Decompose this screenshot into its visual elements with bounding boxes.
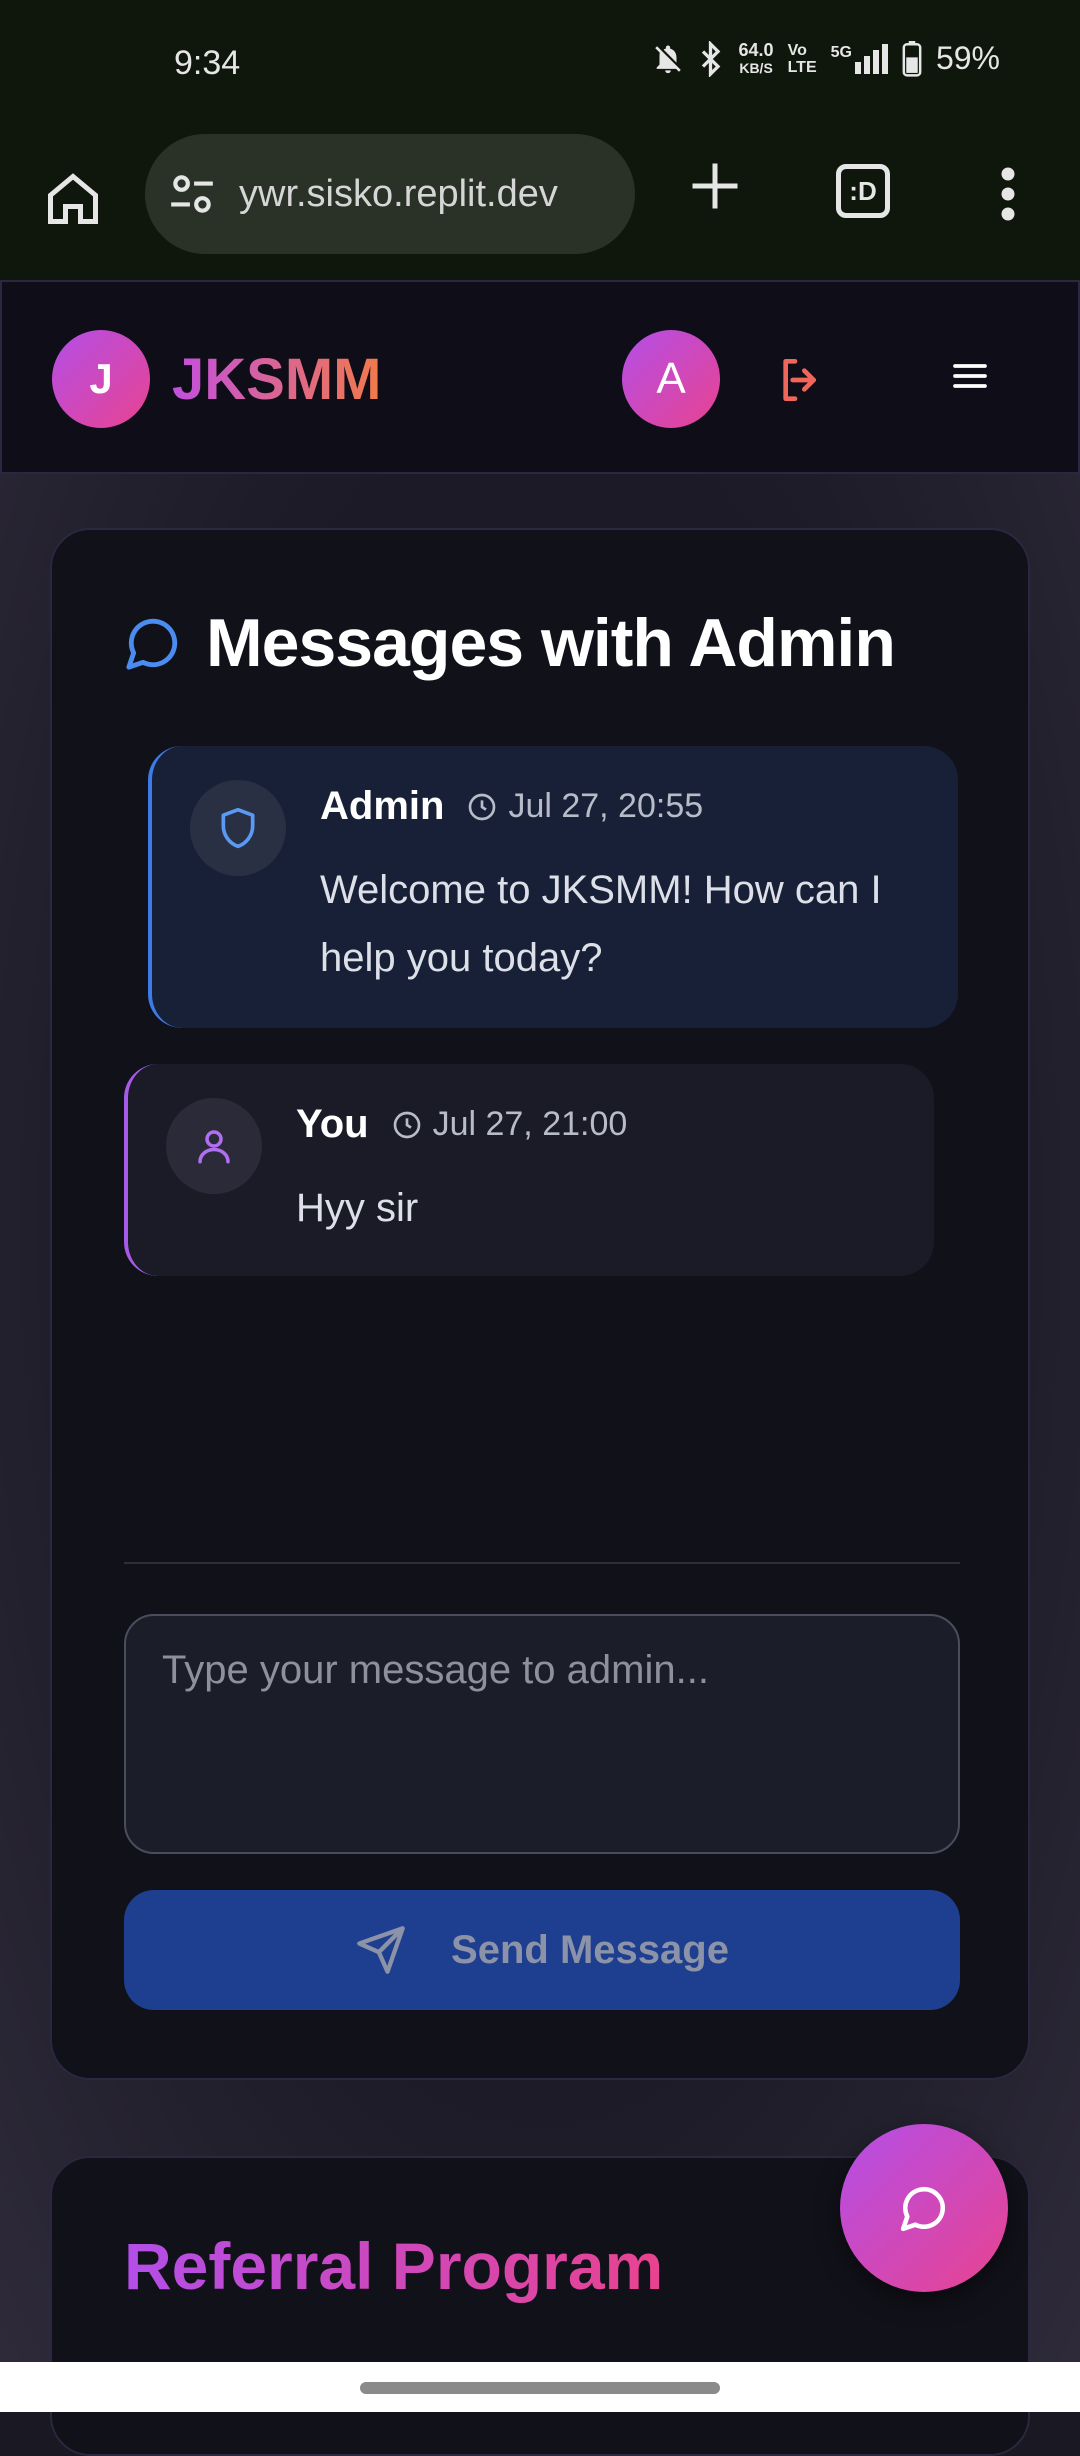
message-header: You Jul 27, 21:00	[296, 1102, 627, 1147]
chat-fab[interactable]	[840, 2124, 1008, 2292]
tabs-icon: :D	[849, 175, 877, 206]
tabs-button[interactable]: :D	[836, 164, 890, 218]
divider	[124, 1562, 960, 1564]
message-time: Jul 27, 20:55	[466, 787, 703, 826]
clock-icon	[393, 1111, 420, 1138]
hamburger-icon	[953, 364, 987, 388]
bell-off-icon	[654, 45, 681, 73]
url-text[interactable]: ywr.sisko.replit.dev	[239, 173, 558, 216]
home-icon	[48, 173, 98, 224]
app-header: J JKSMM A	[0, 280, 1080, 474]
battery-percent: 59%	[935, 40, 1000, 76]
user-icon	[198, 1130, 230, 1164]
logout-button[interactable]	[774, 352, 830, 408]
referral-title: Referral Program	[124, 2229, 664, 2303]
address-bar[interactable]: ywr.sisko.replit.dev	[145, 134, 635, 254]
battery-icon	[902, 40, 922, 77]
new-tab-button[interactable]	[680, 156, 750, 226]
status-icons: 64.0 KB/S Vo LTE 5G 59%	[651, 40, 1000, 77]
logo[interactable]: J	[52, 330, 150, 428]
message-text: Welcome to JKSMM! How can I help you tod…	[320, 868, 882, 980]
plus-icon	[692, 163, 738, 209]
send-icon	[357, 1926, 405, 1974]
admin-avatar	[190, 780, 286, 876]
system-nav-bar	[0, 2362, 1080, 2412]
card-header: Messages with Admin	[124, 604, 896, 682]
shield-icon	[221, 807, 255, 849]
tune-icon[interactable]	[167, 169, 217, 219]
more-vert-icon	[1001, 167, 1015, 221]
status-bar: 9:34 64.0 KB/S Vo LTE 5G 59%	[0, 0, 1080, 134]
page-title: Messages with Admin	[206, 605, 896, 681]
send-message-button[interactable]: Send Message	[124, 1890, 960, 2010]
avatar[interactable]: A	[622, 330, 720, 428]
status-time: 9:34	[174, 44, 241, 82]
message-header: Admin Jul 27, 20:55	[320, 784, 703, 829]
signal-icon: 5G	[831, 43, 888, 74]
message-input[interactable]	[124, 1614, 960, 1854]
hamburger-button[interactable]	[950, 356, 990, 396]
brand-name[interactable]: JKSMM	[172, 346, 381, 413]
logout-icon	[783, 359, 816, 401]
message-sender: Admin	[320, 784, 445, 828]
clock-icon	[469, 793, 496, 820]
browser-menu-button[interactable]	[988, 164, 1028, 224]
bluetooth-icon	[701, 40, 720, 77]
message-time: Jul 27, 21:00	[391, 1105, 627, 1144]
message-user: You Jul 27, 21:00 Hyy sir	[124, 1064, 934, 1276]
message-sender: You	[296, 1102, 369, 1146]
browser-toolbar: ywr.sisko.replit.dev :D	[0, 134, 1080, 280]
message-circle-icon	[126, 618, 178, 670]
message-text: Hyy sir	[296, 1186, 419, 1230]
message-admin: Admin Jul 27, 20:55 Welcome to JKSMM! Ho…	[148, 746, 958, 1028]
message-circle-icon	[900, 2186, 946, 2232]
send-label: Send Message	[451, 1927, 729, 1972]
messages-card: Messages with Admin Admin Jul 27, 20:55 …	[50, 528, 1030, 2080]
volte-indicator: Vo LTE	[787, 41, 817, 76]
gesture-handle[interactable]	[360, 2382, 720, 2394]
home-button[interactable]	[38, 164, 108, 234]
user-avatar	[166, 1098, 262, 1194]
net-speed: 64.0 KB/S	[738, 39, 774, 76]
